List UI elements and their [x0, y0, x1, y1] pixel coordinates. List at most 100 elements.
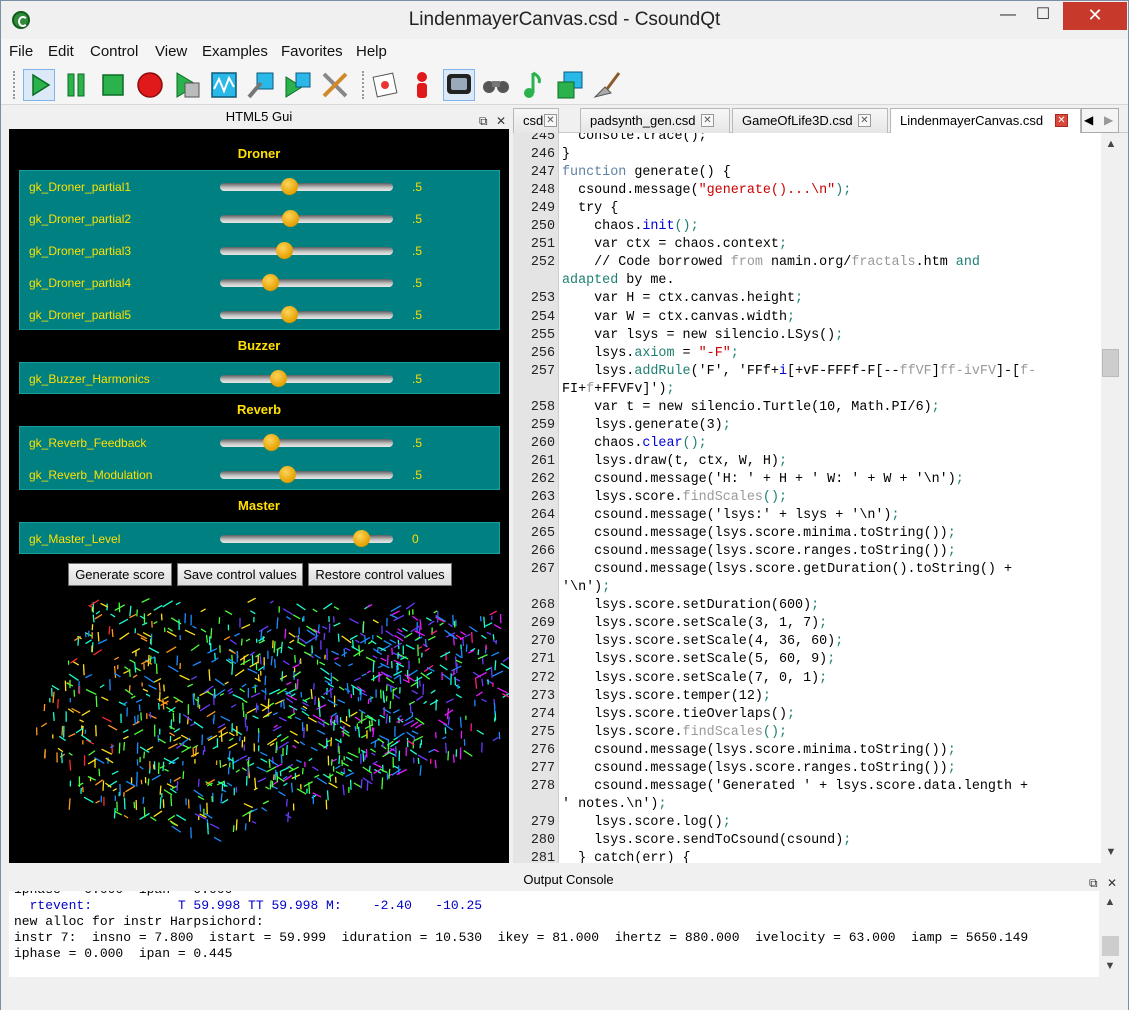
- lsystem-stroke: [289, 730, 298, 736]
- save-control-values-button[interactable]: Save control values: [177, 563, 303, 586]
- slider-track[interactable]: [220, 466, 393, 483]
- slider-thumb[interactable]: [282, 210, 300, 227]
- slider-thumb[interactable]: [278, 466, 296, 483]
- slider-thumb[interactable]: [353, 530, 371, 547]
- lsystem-stroke: [58, 735, 66, 742]
- output-console-header[interactable]: Output Console ⧉ ✕: [9, 869, 1128, 891]
- code-editor[interactable]: 245 246 247 248 249 250 251 252 253 254 255 256 257 2…: [513, 133, 1101, 863]
- menu-file[interactable]: File: [9, 43, 33, 60]
- tab-close-icon[interactable]: ✕: [544, 114, 557, 127]
- editor-scrollbar[interactable]: ▲ ▼: [1101, 133, 1121, 863]
- tab-close-icon[interactable]: ✕: [1055, 114, 1068, 127]
- python-console-icon[interactable]: [554, 69, 586, 101]
- menu-help[interactable]: Help: [356, 43, 387, 60]
- run-external-icon[interactable]: [282, 69, 314, 101]
- slider-thumb[interactable]: [261, 274, 279, 291]
- lsystem-stroke: [332, 758, 338, 762]
- console-scroll-thumb[interactable]: [1102, 936, 1119, 956]
- inspector-icon[interactable]: [406, 69, 438, 101]
- lsystem-stroke: [474, 677, 478, 689]
- tab-padsynth-gen[interactable]: padsynth_gen.csd ✕: [580, 108, 730, 133]
- stop-icon[interactable]: [97, 69, 129, 101]
- lsystem-stroke: [301, 710, 310, 717]
- scroll-up-icon[interactable]: ▲: [1100, 893, 1120, 911]
- toolbar-grip[interactable]: [362, 71, 366, 99]
- tab-csd[interactable]: csd ✕: [513, 108, 559, 133]
- line-number: 275: [530, 724, 555, 740]
- lsystem-stroke: [142, 796, 145, 804]
- restore-control-values-button[interactable]: Restore control values: [308, 563, 452, 586]
- run-icon[interactable]: [23, 69, 55, 101]
- render-icon[interactable]: [171, 69, 203, 101]
- tab-gameoflife3d[interactable]: GameOfLife3D.csd ✕: [732, 108, 888, 133]
- scroll-up-icon[interactable]: ▲: [1101, 135, 1121, 153]
- tab-next-icon[interactable]: ▶: [1104, 113, 1113, 127]
- tab-close-icon[interactable]: ✕: [701, 114, 714, 127]
- record-icon[interactable]: [134, 69, 166, 101]
- manual-icon[interactable]: [517, 69, 549, 101]
- slider-track[interactable]: [220, 530, 393, 547]
- editor-scroll-thumb[interactable]: [1102, 349, 1119, 377]
- toolbar-grip[interactable]: [13, 71, 17, 99]
- slider-track[interactable]: [220, 210, 393, 227]
- menu-control[interactable]: Control: [90, 43, 138, 60]
- slider-thumb[interactable]: [275, 242, 293, 259]
- lsystem-canvas[interactable]: [9, 592, 509, 862]
- slider-thumb[interactable]: [270, 370, 288, 387]
- lsystem-stroke: [187, 683, 194, 688]
- slider-track[interactable]: [220, 370, 393, 387]
- slider-track[interactable]: [220, 274, 393, 291]
- oscilloscope-icon[interactable]: [208, 69, 240, 101]
- slider-track[interactable]: [220, 434, 393, 451]
- html5-gui-dock-header[interactable]: HTML5 Gui ⧉ ✕: [9, 105, 509, 129]
- close-button[interactable]: ✕: [1063, 2, 1127, 30]
- lsystem-stroke: [282, 660, 290, 666]
- find-icon[interactable]: [480, 69, 512, 101]
- tab-lindenmayercanvas[interactable]: LindenmayerCanvas.csd ✕: [890, 108, 1081, 134]
- generate-score-button[interactable]: Generate score: [68, 563, 172, 586]
- menu-favorites[interactable]: Favorites: [281, 43, 343, 60]
- code-line: csound.message(lsys.score.minima.toStrin…: [562, 742, 956, 758]
- scroll-down-icon[interactable]: ▼: [1101, 843, 1121, 861]
- maximize-button[interactable]: ☐: [1027, 2, 1059, 30]
- menu-examples[interactable]: Examples: [202, 43, 268, 60]
- lsystem-stroke: [312, 766, 319, 772]
- slider-track[interactable]: [220, 178, 393, 195]
- live-events-icon[interactable]: [443, 69, 475, 101]
- tab-label: csd: [523, 113, 544, 128]
- lsystem-stroke: [182, 771, 185, 779]
- menu-view[interactable]: View: [155, 43, 187, 60]
- widgets-icon[interactable]: [369, 69, 401, 101]
- lsystem-stroke: [494, 660, 497, 671]
- tab-close-icon[interactable]: ✕: [858, 114, 871, 127]
- console-scrollbar[interactable]: ▲ ▼: [1100, 891, 1120, 977]
- utilities-icon[interactable]: [245, 69, 277, 101]
- configure-icon[interactable]: [319, 69, 351, 101]
- lsystem-stroke: [135, 667, 142, 672]
- slider-track[interactable]: [220, 306, 393, 323]
- title-bar[interactable]: LindenmayerCanvas.csd - CsoundQt — ☐ ✕: [1, 1, 1128, 39]
- lsystem-stroke: [123, 814, 129, 819]
- tab-prev-icon[interactable]: ◀: [1084, 113, 1093, 127]
- minimize-button[interactable]: —: [992, 2, 1024, 30]
- lsystem-stroke: [348, 709, 351, 718]
- lsystem-stroke: [112, 788, 118, 792]
- console-line: iphase = 0.000 ipan = 0.000: [14, 891, 232, 897]
- lsystem-stroke: [286, 616, 292, 620]
- lsystem-stroke: [128, 685, 131, 692]
- lsystem-stroke: [377, 664, 384, 669]
- lsystem-stroke: [151, 774, 161, 781]
- slider-thumb[interactable]: [280, 306, 298, 323]
- lsystem-stroke: [347, 769, 352, 773]
- trowel-icon[interactable]: [591, 69, 623, 101]
- slider-thumb[interactable]: [280, 178, 298, 195]
- slider-thumb[interactable]: [263, 434, 281, 451]
- lsystem-stroke: [265, 786, 270, 790]
- slider-track[interactable]: [220, 242, 393, 259]
- lsystem-stroke: [349, 634, 358, 641]
- menu-edit[interactable]: Edit: [48, 43, 74, 60]
- lsystem-stroke: [155, 663, 158, 675]
- output-console[interactable]: iphase = 0.000 ipan = 0.000 rtevent: T 5…: [9, 891, 1099, 977]
- pause-icon[interactable]: [60, 69, 92, 101]
- scroll-down-icon[interactable]: ▼: [1100, 957, 1120, 975]
